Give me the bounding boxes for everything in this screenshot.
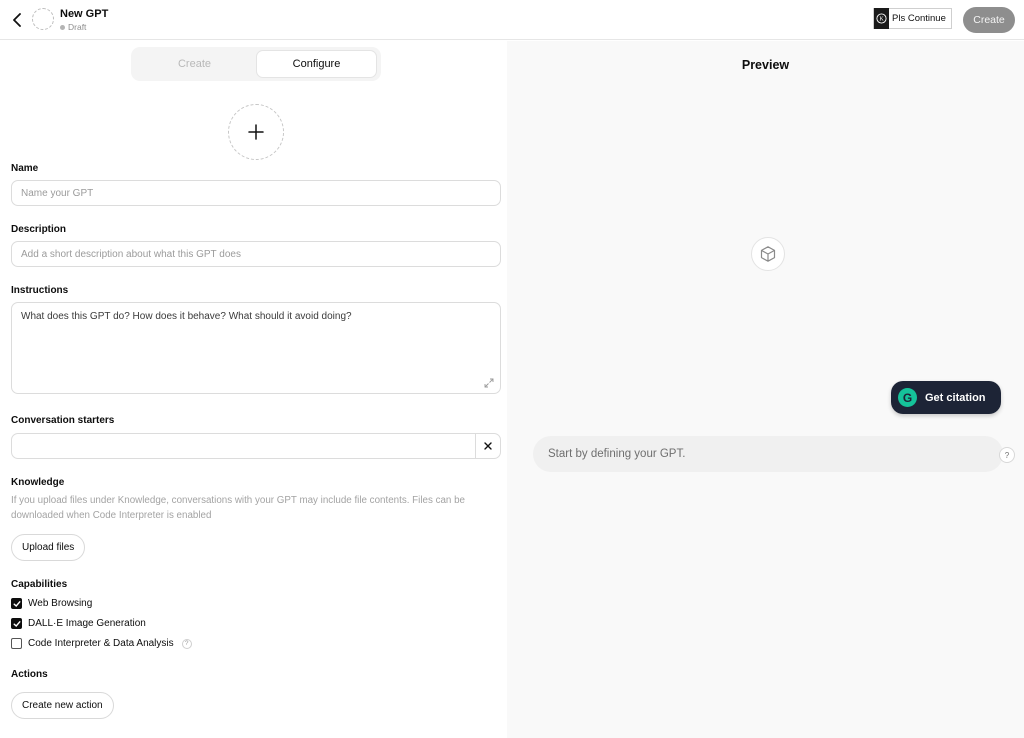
cube-icon bbox=[751, 237, 785, 271]
chevron-left-icon bbox=[13, 13, 21, 27]
extension-label: Pls Continue bbox=[892, 13, 946, 24]
status-text: Draft bbox=[68, 22, 87, 32]
instructions-placeholder: What does this GPT do? How does it behav… bbox=[21, 311, 352, 322]
remove-starter-button[interactable] bbox=[475, 434, 500, 458]
svg-text:K: K bbox=[879, 17, 884, 23]
mode-tabs: Create Configure bbox=[131, 47, 381, 81]
question-icon[interactable]: ? bbox=[181, 638, 192, 649]
name-label: Name bbox=[11, 163, 39, 174]
status-badge: Draft bbox=[60, 22, 86, 32]
tab-configure[interactable]: Configure bbox=[256, 50, 377, 78]
capability-code-interpreter[interactable]: Code Interpreter & Data Analysis ? bbox=[11, 638, 192, 649]
conversation-starter-input[interactable] bbox=[11, 433, 501, 459]
capability-dalle[interactable]: DALL·E Image Generation bbox=[11, 618, 146, 629]
check-icon bbox=[13, 620, 20, 627]
knowledge-label: Knowledge bbox=[11, 477, 65, 488]
grammarly-icon: G bbox=[898, 388, 917, 407]
instructions-textarea[interactable]: What does this GPT do? How does it behav… bbox=[11, 302, 501, 394]
preview-panel: Preview G Get citation Start by defining… bbox=[507, 41, 1024, 738]
starters-label: Conversation starters bbox=[11, 415, 115, 426]
status-dot bbox=[60, 24, 65, 30]
expand-icon[interactable] bbox=[484, 378, 494, 388]
get-citation-button[interactable]: G Get citation bbox=[891, 381, 1001, 414]
capability-web-browsing[interactable]: Web Browsing bbox=[11, 598, 92, 609]
actions-label: Actions bbox=[11, 669, 48, 680]
checkbox-checked[interactable] bbox=[11, 598, 22, 609]
description-label: Description bbox=[11, 224, 67, 235]
capability-label: Code Interpreter & Data Analysis bbox=[28, 638, 174, 649]
top-bar: New GPT Draft K Pls Continue Create bbox=[0, 0, 1024, 40]
checkbox-checked[interactable] bbox=[11, 618, 22, 629]
upload-files-button[interactable]: Upload files bbox=[11, 534, 86, 561]
capabilities-label: Capabilities bbox=[11, 579, 68, 590]
extension-logo: K bbox=[874, 8, 889, 29]
capability-label: DALL·E Image Generation bbox=[28, 618, 146, 629]
check-icon bbox=[13, 600, 20, 607]
instructions-label: Instructions bbox=[11, 285, 69, 296]
description-input[interactable]: Add a short description about what this … bbox=[11, 241, 501, 267]
get-citation-label: Get citation bbox=[925, 391, 986, 404]
close-icon bbox=[484, 442, 492, 450]
checkbox-unchecked[interactable] bbox=[11, 638, 22, 649]
create-action-button[interactable]: Create new action bbox=[11, 692, 114, 719]
back-button[interactable] bbox=[8, 10, 26, 30]
extension-button[interactable]: K Pls Continue bbox=[873, 8, 952, 29]
preview-title: Preview bbox=[741, 58, 790, 72]
create-button[interactable]: Create bbox=[963, 7, 1015, 33]
gpt-title: New GPT bbox=[60, 8, 109, 20]
question-icon[interactable]: ? bbox=[999, 447, 1015, 463]
upload-image-button[interactable] bbox=[228, 104, 284, 160]
plus-icon bbox=[248, 124, 264, 140]
capability-label: Web Browsing bbox=[28, 598, 93, 609]
configure-panel: Create Configure Name Name your GPT Desc… bbox=[0, 41, 512, 738]
preview-message-input[interactable]: Start by defining your GPT. bbox=[533, 436, 1003, 472]
tab-create[interactable]: Create bbox=[134, 50, 255, 78]
name-input[interactable]: Name your GPT bbox=[11, 180, 501, 206]
knowledge-help: If you upload files under Knowledge, con… bbox=[11, 495, 465, 521]
gpt-avatar[interactable] bbox=[32, 8, 54, 30]
